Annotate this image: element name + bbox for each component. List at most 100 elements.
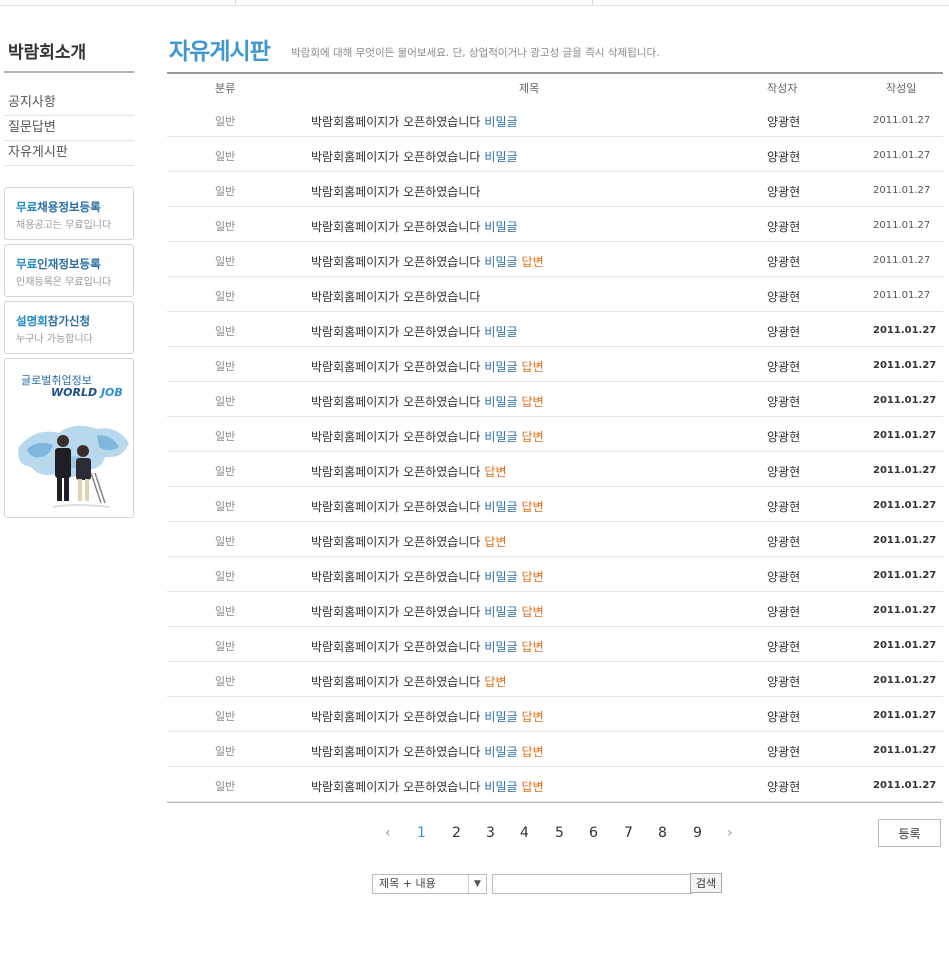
page-link-9[interactable]: 9 [693,825,702,841]
worldjob-banner[interactable]: 글로벌취업정보 WORLD JOB [4,358,134,518]
table-row[interactable]: 일반 박람회홈페이지가 오픈하였습니다 비밀글 답변 양광현 2011.01.27 [167,557,943,592]
table-row[interactable]: 일반 박람회홈페이지가 오픈하였습니다 답변 양광현 2011.01.27 [167,452,943,487]
row-subject: 박람회홈페이지가 오픈하였습니다 [311,675,481,689]
row-author: 양광현 [767,360,801,374]
row-date: 2011.01.27 [873,570,937,581]
row-author: 양광현 [767,535,801,549]
table-row[interactable]: 일반 박람회홈페이지가 오픈하였습니다 비밀글 답변 양광현 2011.01.27 [167,347,943,382]
reply-tag: 답변 [521,430,544,444]
table-row[interactable]: 일반 박람회홈페이지가 오픈하였습니다 비밀글 답변 양광현 2011.01.27 [167,732,943,767]
row-subject-link[interactable]: 박람회홈페이지가 오픈하였습니다 비밀글 답변 [311,568,544,585]
search-scope-select[interactable]: 제목 + 내용 ▼ [372,874,487,894]
table-row[interactable]: 일반 박람회홈페이지가 오픈하였습니다 비밀글 양광현 2011.01.27 [167,207,943,242]
page-link-8[interactable]: 8 [658,825,667,841]
reply-tag: 답변 [521,360,544,374]
page-link-5[interactable]: 5 [555,825,564,841]
reply-tag: 답변 [484,465,507,479]
sidebar-item-qna[interactable]: 질문답변 [4,116,134,141]
banner-title: 채용정보등록 [37,200,101,214]
row-category: 일반 [215,535,236,548]
table-row[interactable]: 일반 박람회홈페이지가 오픈하였습니다 비밀글 답변 양광현 2011.01.27 [167,487,943,522]
row-subject: 박람회홈페이지가 오픈하였습니다 [311,430,481,444]
table-row[interactable]: 일반 박람회홈페이지가 오픈하였습니다 비밀글 양광현 2011.01.27 [167,312,943,347]
reply-tag: 답변 [521,745,544,759]
table-row[interactable]: 일반 박람회홈페이지가 오픈하였습니다 비밀글 양광현 2011.01.27 [167,102,943,137]
row-subject: 박람회홈페이지가 오픈하였습니다 [311,605,481,619]
table-row[interactable]: 일반 박람회홈페이지가 오픈하였습니다 비밀글 답변 양광현 2011.01.27 [167,697,943,732]
banner-title: 참가신청 [47,314,91,328]
table-row[interactable]: 일반 박람회홈페이지가 오픈하였습니다 비밀글 양광현 2011.01.27 [167,137,943,172]
secret-post-tag: 비밀글 [484,325,518,339]
next-page-button[interactable]: › [727,825,733,841]
search-input[interactable] [492,874,692,894]
row-author: 양광현 [767,395,801,409]
row-subject-link[interactable]: 박람회홈페이지가 오픈하였습니다 비밀글 답변 [311,638,544,655]
column-header-category: 분류 [215,82,236,95]
column-header-author: 작성자 [767,82,798,95]
table-row[interactable]: 일반 박람회홈페이지가 오픈하였습니다 비밀글 답변 양광현 2011.01.27 [167,592,943,627]
row-subject-link[interactable]: 박람회홈페이지가 오픈하였습니다 비밀글 [311,323,518,340]
table-row[interactable]: 일반 박람회홈페이지가 오픈하였습니다 답변 양광현 2011.01.27 [167,662,943,697]
row-subject-link[interactable]: 박람회홈페이지가 오픈하였습니다 비밀글 답변 [311,708,544,725]
page-link-1[interactable]: 1 [417,825,426,841]
row-subject-link[interactable]: 박람회홈페이지가 오픈하였습니다 비밀글 답변 [311,393,544,410]
sidebar-item-free-board[interactable]: 자유게시판 [4,141,134,166]
row-subject: 박람회홈페이지가 오픈하였습니다 [311,640,481,654]
table-row[interactable]: 일반 박람회홈페이지가 오픈하였습니다 비밀글 답변 양광현 2011.01.27 [167,627,943,662]
row-subject-link[interactable]: 박람회홈페이지가 오픈하였습니다 비밀글 답변 [311,358,544,375]
row-subject-link[interactable]: 박람회홈페이지가 오픈하였습니다 답변 [311,673,507,690]
row-subject-link[interactable]: 박람회홈페이지가 오픈하였습니다 답변 [311,533,507,550]
row-subject-link[interactable]: 박람회홈페이지가 오픈하였습니다 비밀글 [311,148,518,165]
row-subject-link[interactable]: 박람회홈페이지가 오픈하였습니다 비밀글 [311,218,518,235]
banner-free-job-posting[interactable]: 무료채용정보등록 채용공고는 무료입니다 [4,187,134,240]
row-subject-link[interactable]: 박람회홈페이지가 오픈하였습니다 비밀글 답변 [311,603,544,620]
row-subject: 박람회홈페이지가 오픈하였습니다 [311,535,481,549]
page-link-2[interactable]: 2 [452,825,461,841]
table-row[interactable]: 일반 박람회홈페이지가 오픈하였습니다 양광현 2011.01.27 [167,277,943,312]
table-row[interactable]: 일반 박람회홈페이지가 오픈하였습니다 비밀글 답변 양광현 2011.01.27 [167,382,943,417]
row-category: 일반 [215,325,236,338]
row-date: 2011.01.27 [873,745,937,756]
register-button[interactable]: 등록 [878,819,941,847]
sidebar-divider [4,71,134,73]
row-author: 양광현 [767,430,801,444]
sidebar-title: 박람회소개 [8,43,87,63]
row-subject-link[interactable]: 박람회홈페이지가 오픈하였습니다 비밀글 답변 [311,498,544,515]
table-row[interactable]: 일반 박람회홈페이지가 오픈하였습니다 답변 양광현 2011.01.27 [167,522,943,557]
banner-subtitle: 누구나 가능합니다 [16,334,93,345]
secret-post-tag: 비밀글 [484,220,518,234]
page-link-7[interactable]: 7 [624,825,633,841]
column-header-subject: 제목 [519,82,540,95]
row-author: 양광현 [767,185,801,199]
row-subject-link[interactable]: 박람회홈페이지가 오픈하였습니다 비밀글 답변 [311,743,544,760]
row-subject-link[interactable]: 박람회홈페이지가 오픈하였습니다 [311,183,480,200]
row-author: 양광현 [767,780,801,794]
row-category: 일반 [215,360,236,373]
table-row[interactable]: 일반 박람회홈페이지가 오픈하였습니다 양광현 2011.01.27 [167,172,943,207]
row-subject-link[interactable]: 박람회홈페이지가 오픈하였습니다 [311,288,480,305]
row-subject-link[interactable]: 박람회홈페이지가 오픈하였습니다 답변 [311,463,507,480]
row-subject-link[interactable]: 박람회홈페이지가 오픈하였습니다 비밀글 [311,113,518,130]
page-link-6[interactable]: 6 [589,825,598,841]
prev-page-button[interactable]: ‹ [385,825,391,841]
secret-post-tag: 비밀글 [484,640,518,654]
table-row[interactable]: 일반 박람회홈페이지가 오픈하였습니다 비밀글 답변 양광현 2011.01.27 [167,242,943,277]
row-author: 양광현 [767,255,801,269]
page-link-4[interactable]: 4 [520,825,529,841]
banner-subtitle: 채용공고는 무료입니다 [16,220,112,231]
search-button[interactable]: 검색 [690,873,722,893]
banner-free-talent-registration[interactable]: 무료인재정보등록 인재등록은 무료입니다 [4,244,134,297]
row-category: 일반 [215,605,236,618]
table-row[interactable]: 일반 박람회홈페이지가 오픈하였습니다 비밀글 답변 양광현 2011.01.27 [167,767,943,802]
reply-tag: 답변 [521,570,544,584]
secret-post-tag: 비밀글 [484,710,518,724]
page-link-3[interactable]: 3 [486,825,495,841]
reply-tag: 답변 [484,535,507,549]
row-subject-link[interactable]: 박람회홈페이지가 오픈하였습니다 비밀글 답변 [311,778,544,795]
sidebar-item-notice[interactable]: 공지사항 [4,91,134,116]
table-row[interactable]: 일반 박람회홈페이지가 오픈하였습니다 비밀글 답변 양광현 2011.01.27 [167,417,943,452]
row-subject-link[interactable]: 박람회홈페이지가 오픈하였습니다 비밀글 답변 [311,428,544,445]
secret-post-tag: 비밀글 [484,360,518,374]
row-subject-link[interactable]: 박람회홈페이지가 오픈하였습니다 비밀글 답변 [311,253,544,270]
banner-briefing-session-apply[interactable]: 설명회참가신청 누구나 가능합니다 [4,301,134,354]
